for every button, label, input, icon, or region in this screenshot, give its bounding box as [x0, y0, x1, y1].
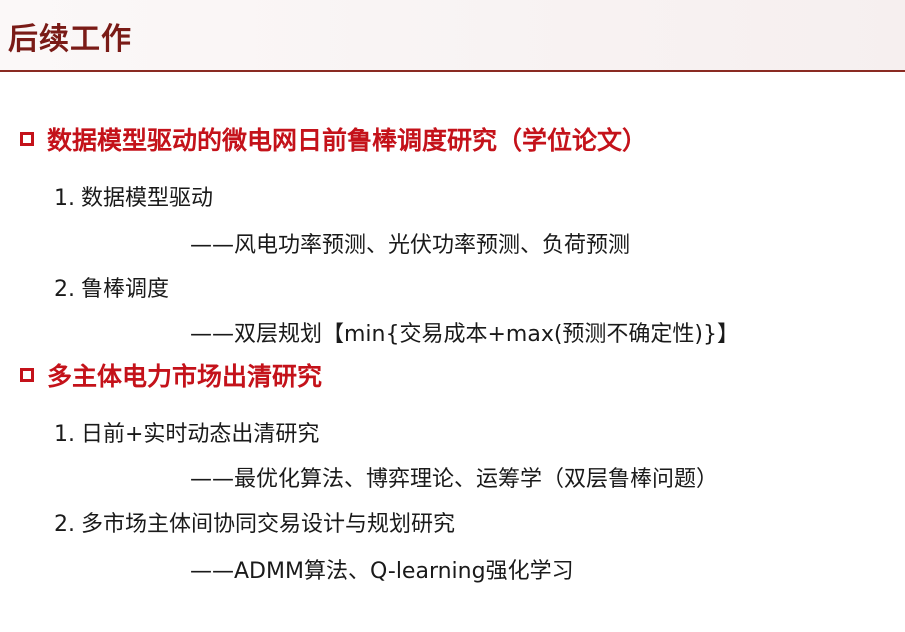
section-heading-2: 多主体电力市场出清研究 [20, 357, 322, 393]
item-number: 1. [54, 186, 75, 211]
item-label: 日前+实时动态出清研究 [81, 422, 320, 447]
item-number: 1. [54, 422, 75, 447]
section-heading-1: 数据模型驱动的微电网日前鲁棒调度研究（学位论文） [20, 121, 647, 157]
header-divider [0, 70, 905, 72]
list-item: 2. 多市场主体间协同交易设计与规划研究 [54, 506, 455, 538]
section-title: 多主体电力市场出清研究 [47, 362, 323, 391]
item-number: 2. [54, 277, 75, 302]
item-detail: ——风电功率预测、光伏功率预测、负荷预测 [190, 233, 631, 258]
list-item: 1. 数据模型驱动 [54, 180, 213, 212]
item-label: 多市场主体间协同交易设计与规划研究 [81, 512, 456, 537]
square-bullet-icon [20, 368, 34, 382]
section-title: 数据模型驱动的微电网日前鲁棒调度研究（学位论文） [47, 126, 648, 155]
item-detail: ——最优化算法、博弈理论、运筹学（双层鲁棒问题） [190, 467, 719, 492]
item-detail: ——双层规划【min{交易成本+max(预测不确定性)}】 [190, 322, 740, 347]
item-label: 数据模型驱动 [81, 186, 214, 211]
list-item: 2. 鲁棒调度 [54, 271, 169, 303]
header-band [0, 0, 905, 72]
square-bullet-icon [20, 132, 34, 146]
item-detail: ——ADMM算法、Q-learning强化学习 [190, 559, 574, 584]
item-label: 鲁棒调度 [81, 277, 170, 302]
item-number: 2. [54, 512, 75, 537]
page-title: 后续工作 [8, 22, 132, 57]
list-item: 1. 日前+实时动态出清研究 [54, 416, 319, 448]
